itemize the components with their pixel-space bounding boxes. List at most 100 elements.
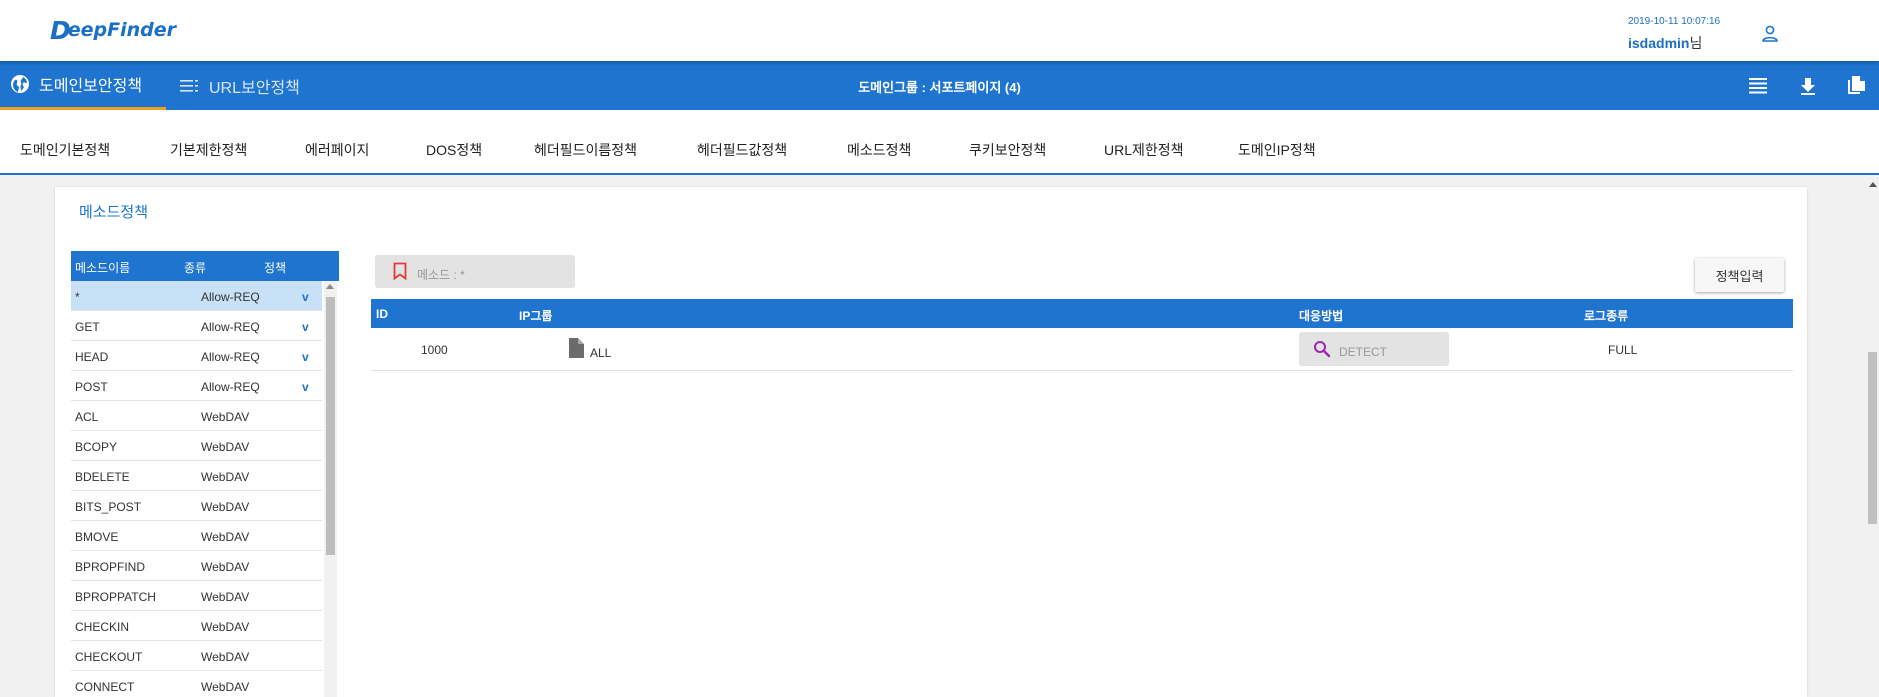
col-response: 대응방법 [1299,309,1344,323]
username: isdadmin [1628,35,1690,51]
ip-group-value: ALL [590,346,612,360]
method-policy-panel: 메소드정책 메소드이름 종류 정책 * Allow-REQ v GET Allow-R… [55,187,1807,697]
policy-input-button[interactable]: 정책입력 [1695,258,1784,292]
method-name: BPROPPATCH [75,590,156,604]
response-value: DETECT [1339,345,1387,359]
tab-url-security-policy[interactable]: URL보안정책 [180,61,300,110]
list-item[interactable]: BPROPPATCH WebDAV [71,581,322,611]
method-type: WebDAV [201,500,250,514]
list-item[interactable]: GET Allow-REQ v [71,311,322,341]
copy-icon[interactable] [1845,75,1867,97]
top-header: DeepFinder 2019-10-11 10:07:16 isdadmin님 [0,0,1879,61]
method-name: BMOVE [75,530,119,544]
policy-subtabs: 도메인기본정책 기본제한정책 에러페이지 DOS정책 헤더필드이름정책 헤더필드… [0,110,1879,175]
tab-label: URL보안정책 [209,79,300,97]
method-filter-chip[interactable]: 메소드 : * [375,255,575,288]
table-row[interactable]: 1000 ALL DETECT FULL [371,328,1793,371]
list-icon [180,79,200,93]
method-type: WebDAV [201,470,250,484]
method-name: CONNECT [75,680,135,694]
method-type: WebDAV [201,440,250,454]
method-type: Allow-REQ [201,320,260,334]
subtab-error-page[interactable]: 에러페이지 [305,140,369,160]
login-datetime: 2019-10-11 10:07:16 [1628,16,1721,27]
col-type: 종류 [184,261,207,275]
list-item[interactable]: ACL WebDAV [71,401,322,431]
subtab-basic-restriction[interactable]: 기본제한정책 [170,140,247,160]
tab-label: 도메인보안정책 [39,78,143,95]
bookmark-icon [393,262,407,283]
list-item[interactable]: BITS_POST WebDAV [71,491,322,521]
col-ip-group: IP그룹 [519,309,553,323]
subtab-domain-ip[interactable]: 도메인IP정책 [1238,140,1316,160]
list-item[interactable]: BMOVE WebDAV [71,521,322,551]
method-name: CHECKOUT [75,650,143,664]
app-logo[interactable]: DeepFinder [50,16,177,45]
method-name: BDELETE [75,470,130,484]
rule-table-header: ID IP그룹 대응방법 로그종류 [371,299,1793,328]
method-name: CHECKIN [75,620,130,634]
list-item[interactable]: BDELETE WebDAV [71,461,322,491]
main-nav: 도메인보안정책 URL보안정책 도메인그룹 : 서포트페이지 (4) [0,61,1879,110]
subtab-header-field-name[interactable]: 헤더필드이름정책 [534,140,637,160]
method-type: Allow-REQ [201,350,260,364]
method-name: POST [75,380,108,394]
user-suffix: 님 [1689,35,1703,51]
rule-id: 1000 [421,343,448,357]
method-type: Allow-REQ [201,380,260,394]
logo-text: eepFinder [67,19,177,41]
subtab-cookie-security[interactable]: 쿠키보안정책 [969,140,1046,160]
list-item[interactable]: CHECKIN WebDAV [71,611,322,641]
user-greeting: isdadmin님 [1628,33,1702,53]
col-method-name: 메소드이름 [75,261,131,275]
filter-label: 메소드 : * [417,268,465,282]
method-name: GET [75,320,100,334]
method-name: BCOPY [75,440,118,454]
subtab-domain-basic[interactable]: 도메인기본정책 [20,140,110,160]
page-scrollbar[interactable] [1866,176,1879,697]
subtab-method[interactable]: 메소드정책 [847,140,911,160]
subtab-dos[interactable]: DOS정책 [426,140,482,160]
list-item[interactable]: BCOPY WebDAV [71,431,322,461]
policy-check: v [302,380,309,394]
col-id: ID [376,307,388,321]
method-type: WebDAV [201,410,250,424]
list-item[interactable]: POST Allow-REQ v [71,371,322,401]
response-method-chip[interactable]: DETECT [1299,332,1449,366]
col-log-type: 로그종류 [1584,309,1629,323]
log-type-value: FULL [1608,343,1638,357]
method-name: HEAD [75,350,109,364]
method-name: ACL [75,410,99,424]
method-name: BPROPFIND [75,560,146,574]
policy-check: v [302,290,309,304]
list-item[interactable]: HEAD Allow-REQ v [71,341,322,371]
download-icon[interactable] [1797,75,1819,97]
scrollbar-thumb[interactable] [1868,352,1877,524]
col-policy: 정책 [264,261,287,275]
method-type: WebDAV [201,620,250,634]
list-item[interactable]: CHECKOUT WebDAV [71,641,322,671]
policy-check: v [302,350,309,364]
user-account-icon[interactable] [1760,24,1780,44]
method-type: WebDAV [201,530,250,544]
subtab-url-restriction[interactable]: URL제한정책 [1104,140,1184,160]
panel-title: 메소드정책 [79,204,149,221]
policy-check: v [302,320,309,334]
scrollbar-thumb[interactable] [326,297,335,555]
list-item[interactable]: BPROPFIND WebDAV [71,551,322,581]
method-list-scrollbar[interactable] [324,281,337,697]
method-type: WebDAV [201,590,250,604]
method-name: * [75,290,80,304]
search-icon [1313,340,1331,361]
method-type: WebDAV [201,560,250,574]
method-list-header: 메소드이름 종류 정책 [71,251,339,281]
menu-lines-icon[interactable] [1747,75,1769,97]
scroll-up-arrow-icon[interactable] [1869,182,1877,187]
scroll-up-arrow-icon[interactable] [326,284,334,289]
tab-domain-security-policy[interactable]: 도메인보안정책 [0,61,166,110]
method-name: BITS_POST [75,500,142,514]
list-item[interactable]: CONNECT WebDAV [71,671,322,697]
rule-table: ID IP그룹 대응방법 로그종류 1000 ALL DETECT FULL [371,299,1793,371]
subtab-header-field-value[interactable]: 헤더필드값정책 [697,140,787,160]
list-item[interactable]: * Allow-REQ v [71,281,322,311]
